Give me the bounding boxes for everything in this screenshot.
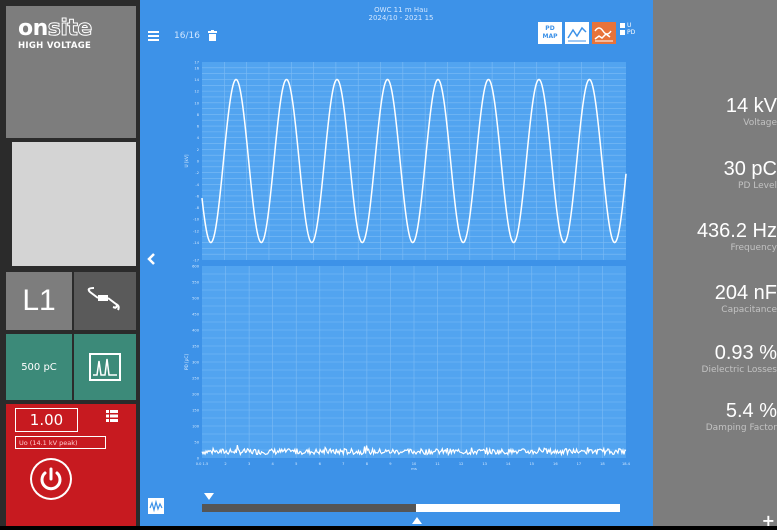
pd-y-tick-label: 350 <box>192 345 200 349</box>
voltage-input[interactable]: 1.00 <box>15 408 78 432</box>
timeline-track[interactable] <box>202 504 620 512</box>
measurement-frequency: 436.2 Hz Frequency <box>653 220 777 253</box>
pd-y-tick-label: 250 <box>192 377 200 381</box>
pd-pulse-icon <box>89 353 121 381</box>
voltage-y-axis-label: U [kV] <box>184 154 189 167</box>
measurement-label: Frequency <box>730 243 777 253</box>
voltage-y-tick-label: 8 <box>197 113 200 117</box>
pd-y-tick-label: 400 <box>192 329 200 333</box>
cable-connection-icon <box>87 287 120 311</box>
phase-button[interactable]: L1 <box>6 272 72 330</box>
voltage-y-tick-label: -4 <box>195 183 199 187</box>
pd-x-tick-label: 7 <box>342 462 344 466</box>
measurement-label: Voltage <box>743 118 777 128</box>
logo-subtitle: HIGH VOLTAGE <box>18 41 92 51</box>
pd-y-tick-label: 600 <box>192 265 200 269</box>
pd-view-button[interactable] <box>74 334 136 400</box>
voltage-y-tick-label: -14 <box>193 241 200 245</box>
measurement-value: 0.93 % <box>714 342 777 364</box>
pd-y-tick-label: 500 <box>192 297 200 301</box>
waveform-icon[interactable] <box>148 498 164 514</box>
voltage-y-tick-label: -17 <box>193 259 199 263</box>
measurement-dielectric-losses: 0.93 % Dielectric Losses <box>653 342 777 375</box>
pd-range-button[interactable]: 500 pC <box>6 334 72 400</box>
measurement-label: Capacitance <box>721 305 777 315</box>
timeline-range <box>202 504 416 512</box>
pd-y-tick-label: 150 <box>192 409 200 413</box>
range-start-handle[interactable] <box>204 493 214 501</box>
measurement-value: 30 pC <box>723 158 777 180</box>
left-panel: onsite HIGH VOLTAGE L1 500 pC 1.00 Uo (1… <box>0 0 140 526</box>
voltage-y-tick-label: -10 <box>193 218 200 222</box>
pd-y-tick-label: 550 <box>192 281 200 285</box>
pd-x-tick-label: 12 <box>459 462 464 466</box>
voltage-y-tick-label: 6 <box>197 125 200 129</box>
voltage-y-tick-label: 12 <box>194 90 199 94</box>
measurement-voltage: 14 kV Voltage <box>653 95 777 128</box>
pd-x-tick-label: 5 <box>295 462 297 466</box>
voltage-y-tick-label: 16 <box>194 66 199 70</box>
chart-panel: 16/16 OWC 11 m Hau 2024/10 - 2021 15 PD … <box>140 0 653 526</box>
pd-x-tick-label: 6 <box>319 462 322 466</box>
logo: onsite HIGH VOLTAGE <box>6 6 136 138</box>
pd-x-tick-label: 18 <box>600 462 605 466</box>
power-icon <box>32 460 70 498</box>
pd-x-tick-label: 13 <box>482 462 487 466</box>
voltage-hint: Uo (14.1 kV peak) <box>15 436 106 449</box>
voltage-y-tick-label: 14 <box>194 78 199 82</box>
measurement-damping-factor: 5.4 % Damping Factor <box>653 400 777 433</box>
empty-tile <box>12 142 136 266</box>
pd-x-tick-label: 4 <box>272 462 275 466</box>
voltage-y-tick-label: 10 <box>194 101 199 105</box>
pd-y-tick-label: 300 <box>192 361 200 365</box>
voltage-y-tick-label: 2 <box>197 148 199 152</box>
pd-y-axis-label: PD [pC] <box>184 354 189 370</box>
voltage-y-tick-label: -8 <box>195 206 199 210</box>
measurement-capacitance: 204 nF Capacitance <box>653 282 777 315</box>
voltage-control: 1.00 Uo (14.1 kV peak) <box>6 404 136 526</box>
pd-y-tick-label: 200 <box>192 393 200 397</box>
measurement-value: 204 nF <box>714 282 777 304</box>
voltage-y-tick-label: 0 <box>197 160 200 164</box>
measurement-label: PD Level <box>738 181 777 191</box>
measurement-label: Dielectric Losses <box>701 365 777 375</box>
measurement-value: 436.2 Hz <box>696 220 777 242</box>
pd-x-tick-label: 0.0 1.5 <box>196 462 209 466</box>
measurements-panel: 14 kV Voltage 30 pC PD Level 436.2 Hz Frequ… <box>653 0 777 530</box>
measurement-label: Damping Factor <box>705 423 777 433</box>
voltage-y-tick-label: 17 <box>194 61 199 65</box>
expand-plus-icon[interactable]: + <box>762 511 775 530</box>
pd-x-tick-label: 8 <box>366 462 369 466</box>
collapse-arrow-icon[interactable] <box>146 252 156 266</box>
voltage-y-tick-label: -12 <box>193 229 199 233</box>
pd-x-axis-label: ms <box>411 466 417 471</box>
pd-y-tick-label: 50 <box>194 441 199 445</box>
pd-x-tick-label: 2 <box>224 462 226 466</box>
pd-x-tick-label: 14 <box>506 462 511 466</box>
power-button[interactable] <box>30 458 72 500</box>
voltage-y-tick-label: 4 <box>197 136 200 140</box>
measurement-value: 5.4 % <box>725 400 777 422</box>
charts-svg: 171614121086420-2-4-6-8-10-12-14-17U [kV… <box>184 61 631 472</box>
pd-x-tick-label: 3 <box>248 462 250 466</box>
timeline-bar <box>140 490 653 526</box>
pd-x-tick-label: 17 <box>577 462 582 466</box>
pd-x-tick-label: 9 <box>389 462 392 466</box>
logo-text: onsite <box>18 16 93 41</box>
pd-x-tick-label: 15 <box>529 462 534 466</box>
pd-x-tick-label: 18.4 <box>622 462 631 466</box>
pd-x-tick-label: 16 <box>553 462 558 466</box>
connection-button[interactable] <box>74 272 136 330</box>
measurement-pd-level: 30 pC PD Level <box>653 158 777 191</box>
voltage-y-tick-label: -6 <box>195 194 199 198</box>
pd-y-tick-label: 450 <box>192 313 200 317</box>
measurement-value: 14 kV <box>725 95 777 117</box>
range-end-handle[interactable] <box>412 516 422 524</box>
list-icon[interactable] <box>106 410 118 422</box>
voltage-y-tick-label: -2 <box>195 171 199 175</box>
pd-x-tick-label: 11 <box>435 462 440 466</box>
pd-y-tick-label: 100 <box>192 425 200 429</box>
pd-y-tick-label: 0 <box>197 457 200 461</box>
